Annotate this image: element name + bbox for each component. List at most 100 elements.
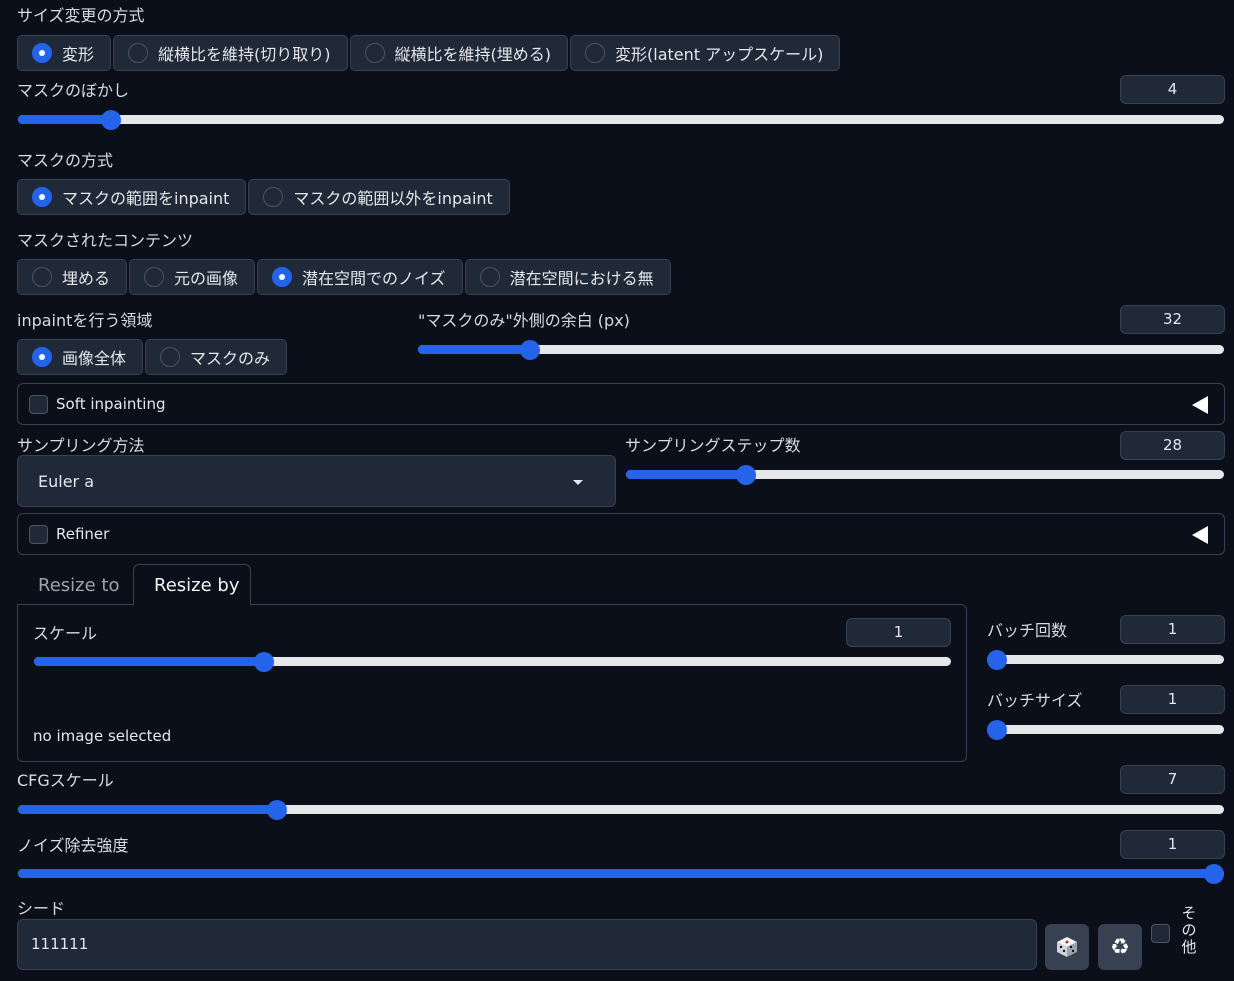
- seed-input[interactable]: 111111: [17, 919, 1037, 970]
- radio-label: 埋める: [62, 269, 111, 288]
- scale-label: スケール: [33, 624, 98, 643]
- resize-by-panel: スケール 1 no image selected: [17, 604, 967, 762]
- batch-size-slider[interactable]: [987, 720, 1224, 740]
- refiner-checkbox[interactable]: [29, 525, 48, 544]
- slider-thumb[interactable]: [267, 800, 288, 820]
- batch-size-input[interactable]: 1: [1120, 685, 1225, 714]
- scale-slider[interactable]: [34, 652, 951, 672]
- slider-fill: [418, 345, 531, 354]
- cfg-scale-label: CFGスケール: [17, 771, 114, 790]
- tab-resize-by[interactable]: Resize by: [133, 564, 251, 606]
- slider-fill: [34, 657, 264, 666]
- sampler-dropdown[interactable]: Euler a: [17, 455, 616, 507]
- collapse-triangle-icon[interactable]: [1192, 396, 1208, 414]
- radio-icon[interactable]: [128, 43, 149, 63]
- extra-seed-label: その他: [1181, 904, 1197, 956]
- resize-mode-option[interactable]: 変形: [17, 35, 112, 71]
- inpaint-area-label: inpaintを行う領域: [17, 311, 153, 330]
- soft-inpainting-accordion[interactable]: Soft inpainting: [17, 383, 1225, 425]
- batch-count-slider[interactable]: [987, 650, 1224, 670]
- slider-thumb[interactable]: [520, 340, 541, 360]
- masked-content-option[interactable]: 潜在空間における無: [464, 259, 671, 295]
- mask-mode-option[interactable]: マスクの範囲以外をinpaint: [248, 179, 510, 215]
- recycle-icon: ♻: [1110, 934, 1130, 960]
- mask-mode-label: マスクの方式: [17, 151, 114, 170]
- slider-track[interactable]: [987, 725, 1224, 734]
- masked-content-label: マスクされたコンテンツ: [17, 231, 194, 250]
- tab-resize-to[interactable]: Resize to: [38, 575, 119, 596]
- radio-icon[interactable]: [479, 267, 500, 287]
- mask-blur-input[interactable]: 4: [1120, 75, 1225, 104]
- no-image-text: no image selected: [33, 727, 172, 745]
- mask-mode-radio-group: マスクの範囲をinpaint マスクの範囲以外をinpaint: [17, 179, 510, 215]
- cfg-scale-slider[interactable]: [18, 800, 1224, 820]
- extra-seed-checkbox[interactable]: [1151, 924, 1170, 943]
- steps-label: サンプリングステップ数: [625, 436, 801, 455]
- inpaint-area-option[interactable]: マスクのみ: [145, 339, 288, 375]
- radio-icon[interactable]: [144, 267, 165, 287]
- slider-track[interactable]: [18, 115, 1224, 124]
- refiner-accordion[interactable]: Refiner: [17, 513, 1225, 555]
- masked-content-option[interactable]: 埋める: [17, 259, 128, 295]
- radio-icon[interactable]: [32, 43, 52, 63]
- radio-label: 縦横比を維持(切り取り): [158, 45, 331, 64]
- scale-input[interactable]: 1: [846, 618, 951, 647]
- mask-blur-slider[interactable]: [18, 110, 1224, 130]
- resize-mode-label: サイズ変更の方式: [17, 6, 145, 25]
- steps-input[interactable]: 28: [1120, 431, 1225, 460]
- radio-icon[interactable]: [585, 43, 606, 63]
- reuse-seed-button[interactable]: ♻: [1098, 924, 1142, 970]
- inpaint-area-option[interactable]: 画像全体: [17, 339, 144, 375]
- slider-track[interactable]: [987, 655, 1224, 664]
- inpaint-area-radio-group: 画像全体 マスクのみ: [17, 339, 288, 375]
- slider-fill: [18, 115, 112, 124]
- radio-icon[interactable]: [364, 43, 385, 63]
- radio-icon[interactable]: [32, 347, 52, 367]
- mask-mode-option[interactable]: マスクの範囲をinpaint: [17, 179, 247, 215]
- radio-icon[interactable]: [272, 267, 293, 287]
- slider-thumb[interactable]: [735, 465, 756, 485]
- cfg-scale-input[interactable]: 7: [1120, 765, 1225, 794]
- slider-thumb[interactable]: [101, 110, 122, 130]
- resize-mode-radio-group: 変形 縦横比を維持(切り取り) 縦横比を維持(埋める) 変形(latent アップスケ…: [17, 35, 841, 71]
- slider-fill: [18, 805, 278, 814]
- padding-input[interactable]: 32: [1120, 305, 1225, 334]
- radio-icon[interactable]: [263, 187, 284, 207]
- radio-icon[interactable]: [32, 267, 52, 287]
- tab-resize-by-label: Resize by: [154, 575, 240, 596]
- random-seed-button[interactable]: [1045, 924, 1089, 970]
- slider-thumb[interactable]: [253, 652, 274, 672]
- radio-icon[interactable]: [160, 347, 181, 367]
- radio-label: 変形(latent アップスケール): [615, 45, 824, 64]
- slider-thumb[interactable]: [1204, 864, 1224, 884]
- batch-count-input[interactable]: 1: [1120, 615, 1225, 644]
- padding-slider[interactable]: [418, 340, 1224, 360]
- batch-count-label: バッチ回数: [987, 621, 1068, 640]
- collapse-triangle-icon[interactable]: [1192, 526, 1208, 544]
- steps-slider[interactable]: [626, 465, 1224, 485]
- denoising-slider[interactable]: [18, 864, 1224, 884]
- radio-icon[interactable]: [32, 187, 52, 207]
- radio-label: 縦横比を維持(埋める): [394, 45, 552, 64]
- soft-inpainting-checkbox[interactable]: [29, 395, 48, 414]
- sampler-label: サンプリング方法: [17, 436, 145, 455]
- soft-inpainting-label: Soft inpainting: [56, 395, 166, 413]
- masked-content-option[interactable]: 潜在空間でのノイズ: [257, 259, 463, 295]
- radio-label: 潜在空間でのノイズ: [302, 269, 446, 288]
- slider-fill: [626, 470, 746, 479]
- radio-label: 画像全体: [62, 349, 127, 368]
- mask-blur-label: マスクのぼかし: [17, 81, 130, 100]
- batch-size-label: バッチサイズ: [987, 691, 1083, 710]
- resize-mode-option[interactable]: 変形(latent アップスケール): [570, 35, 841, 71]
- resize-mode-option[interactable]: 縦横比を維持(切り取り): [113, 35, 348, 71]
- slider-thumb[interactable]: [987, 650, 1007, 670]
- masked-content-option[interactable]: 元の画像: [129, 259, 256, 295]
- padding-label: "マスクのみ"外側の余白 (px): [418, 311, 630, 330]
- slider-thumb[interactable]: [987, 720, 1007, 740]
- dice-icon: [1057, 937, 1077, 957]
- resize-mode-option[interactable]: 縦横比を維持(埋める): [349, 35, 569, 71]
- denoising-input[interactable]: 1: [1120, 830, 1225, 859]
- chevron-down-icon: [573, 480, 583, 485]
- radio-label: 元の画像: [174, 269, 239, 288]
- sampler-value: Euler a: [38, 472, 95, 491]
